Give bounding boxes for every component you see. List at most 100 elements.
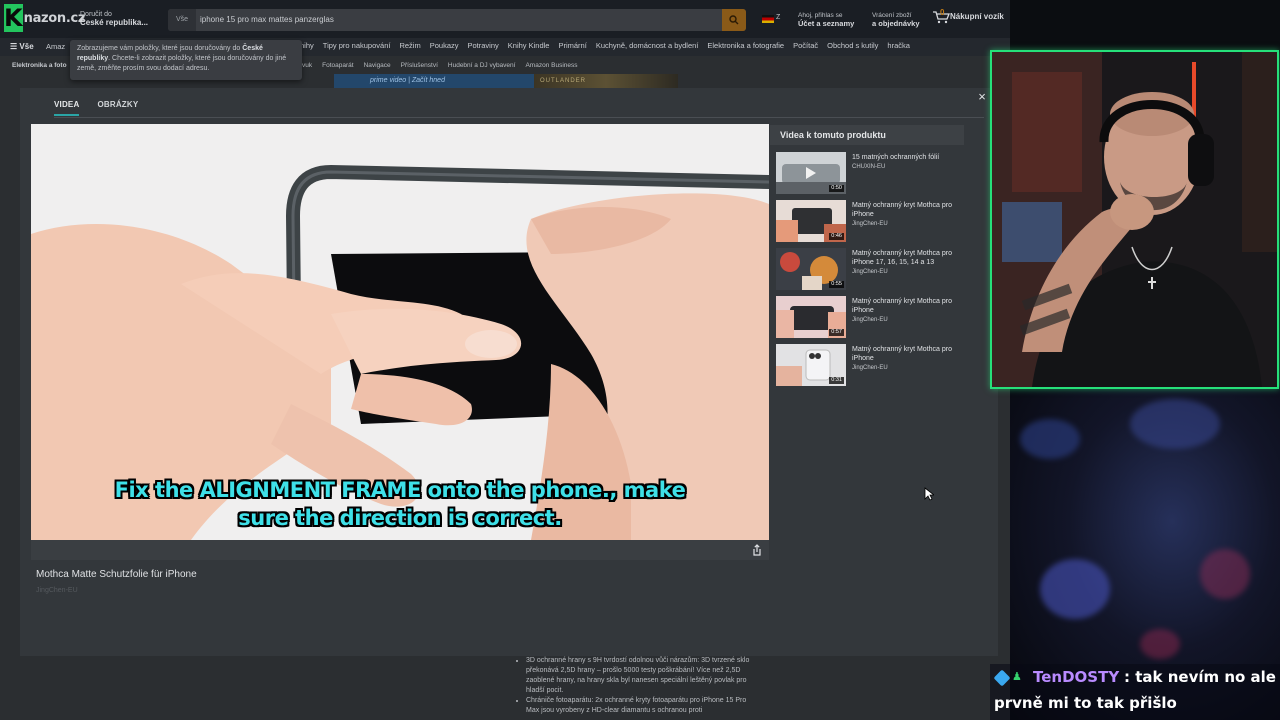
video-player[interactable]: Fix the ALIGNMENT FRAME onto the phone.,… [31, 124, 769, 540]
prime-video-banner[interactable]: prime video | Začít hned [334, 74, 534, 88]
badge-icon [993, 669, 1011, 687]
video-control-bar [31, 540, 769, 560]
tab-videos[interactable]: VIDEA [54, 100, 80, 116]
related-video-item[interactable]: 0:31 Matný ochranný kryt Mothca pro iPho… [776, 344, 966, 386]
language-select[interactable]: Z [776, 14, 780, 21]
video-modal: × VIDEA OBRÁZKY Fix the ALIGNMENT FRAME … [20, 88, 998, 656]
tabs-divider [54, 117, 984, 118]
subnav-item[interactable]: Navigace [364, 62, 391, 69]
deliver-label: Doručit do [80, 11, 112, 18]
webcam-image [992, 52, 1277, 387]
amazon-logo[interactable]: K nazon.cz [4, 4, 86, 32]
description-bullet: 3D ochranné hrany s 9H tvrdostí odolnou … [526, 656, 750, 696]
screen: K nazon.cz Doručit do České republika...… [0, 0, 1280, 720]
subtitle-line-2: sure the direction is correct. [238, 506, 562, 530]
related-videos: Videa k tomuto produktu 0:50 15 matných … [770, 125, 964, 386]
kick-logo-icon: K [4, 4, 23, 32]
nav-item[interactable]: Obchod s kutily [827, 41, 878, 50]
tab-images[interactable]: OBRÁZKY [97, 100, 138, 116]
related-title-text: Matný ochranný kryt Mothca pro iPhone [852, 298, 952, 314]
flag-icon[interactable] [762, 15, 774, 23]
chat-username[interactable]: TenDOSTY [1033, 668, 1119, 686]
nav-item[interactable]: Potraviny [468, 41, 499, 50]
video-subtitle: Fix the ALIGNMENT FRAME onto the phone.,… [31, 476, 769, 532]
search-button[interactable] [722, 9, 746, 31]
related-video-title: Matný ochranný kryt Mothca pro iPhone 17… [852, 249, 964, 277]
nav-item[interactable]: Režim [399, 41, 420, 50]
subnav-list: vuk Fotoaparát Navigace Příslušenství Hudebn… [302, 62, 578, 69]
subnav-item[interactable]: Fotoaparát [322, 62, 353, 69]
nav-item[interactable]: Kuchyně, domácnost a bydlení [596, 41, 699, 50]
related-video-item[interactable]: 0:46 Matný ochranný kryt Mothca pro iPho… [776, 200, 966, 242]
description-bullet: Chrániče fotoaparátu: 2x ochranné kryty … [526, 696, 750, 716]
amazon-wordmark: nazon.cz [23, 10, 86, 26]
related-title-text: Matný ochranný kryt Mothca pro iPhone 17… [852, 250, 952, 266]
close-icon[interactable]: × [975, 90, 989, 104]
tooltip-text-1: Zobrazujeme vám položky, které jsou doru… [77, 45, 241, 52]
share-icon[interactable] [751, 544, 763, 556]
bokeh-light [1020, 419, 1080, 459]
user-badge-icon: ♟ [1012, 671, 1022, 683]
video-duration: 0:50 [829, 185, 844, 192]
related-video-item[interactable]: 0:57 Matný ochranný kryt Mothca pro iPho… [776, 296, 966, 338]
all-menu-button[interactable]: ☰ Vše [10, 42, 34, 51]
delivery-tooltip: Zobrazujeme vám položky, které jsou doru… [70, 40, 302, 80]
subnav-item[interactable]: Hudební a DJ vybavení [448, 62, 516, 69]
account-greeting: Ahoj, přihlas se [798, 12, 843, 19]
product-description: 3D ochranné hrany s 9H tvrdostí odolnou … [518, 656, 750, 716]
related-video-title: Matný ochranný kryt Mothca pro iPhone Jin… [852, 345, 964, 373]
nav-item[interactable]: Elektronika a fotografie [707, 41, 784, 50]
nav-item[interactable]: Primární [558, 41, 586, 50]
subnav-item[interactable]: vuk [302, 62, 312, 69]
nav-item[interactable]: Počítač [793, 41, 818, 50]
nav-item[interactable]: Poukazy [430, 41, 459, 50]
related-video-title: 15 matných ochranných fólií CHUXIN-EU [852, 153, 964, 172]
search-bar: Vše iphone 15 pro max mattes panzerglas [168, 9, 746, 31]
related-channel: JingChen-EU [852, 269, 888, 275]
subnav-item[interactable]: Příslušenství [401, 62, 438, 69]
hamburger-icon: ☰ [10, 42, 20, 51]
orders-label: a objednávky [872, 19, 920, 28]
nav-item[interactable]: hračka [887, 41, 910, 50]
nav-item[interactable]: Tipy pro nakupování [323, 41, 391, 50]
chat-message-line-2: prvně mi to tak přišlo [994, 694, 1177, 712]
cart-button[interactable]: 0 Nákupní vozík [932, 8, 1004, 24]
webcam-feed [990, 50, 1279, 389]
search-category-select[interactable]: Vše [168, 9, 196, 31]
related-video-item[interactable]: 0:55 Matný ochranný kryt Mothca pro iPho… [776, 248, 966, 290]
subtitle-line-1: Fix the ALIGNMENT FRAME onto the phone.,… [114, 478, 686, 502]
subnav-item-electronics[interactable]: Elektronika a foto [12, 62, 67, 69]
nav-item[interactable]: Knihy Kindle [508, 41, 550, 50]
tooltip-text-2: . Chcete-li zobrazit položky, které jsou… [77, 55, 287, 72]
related-title-text: 15 matných ochranných fólií [852, 154, 940, 161]
bokeh-light [1140, 629, 1180, 659]
stream-background-top [1010, 0, 1280, 50]
video-thumbnail: 0:57 [776, 296, 846, 338]
chat-message-line-1: : tak nevím no ale [1124, 668, 1276, 686]
video-thumbnail: 0:55 [776, 248, 846, 290]
orders-link[interactable]: Vrácení zboží a objednávky [872, 12, 920, 28]
related-channel: JingChen-EU [852, 221, 888, 227]
deliver-to[interactable]: Doručit do České republika... [80, 11, 164, 27]
account-menu[interactable]: Ahoj, přihlas se Účet a seznamy [798, 12, 854, 28]
related-video-title: Matný ochranný kryt Mothca pro iPhone Jin… [852, 297, 964, 325]
nav-item[interactable]: nihy [300, 41, 314, 50]
search-input[interactable]: iphone 15 pro max mattes panzerglas [200, 9, 334, 31]
related-channel: CHUXIN-EU [852, 164, 886, 170]
outlander-banner[interactable]: OUTLANDER [534, 74, 678, 88]
related-title-text: Matný ochranný kryt Mothca pro iPhone [852, 346, 952, 362]
related-video-title: Matný ochranný kryt Mothca pro iPhone Jin… [852, 201, 964, 229]
video-channel: JingChen-EU [36, 587, 78, 594]
video-thumbnail: 0:31 [776, 344, 846, 386]
nav-list: nihy Tipy pro nakupování Režim Poukazy Potra… [300, 41, 910, 50]
subnav-item[interactable]: Amazon Business [525, 62, 577, 69]
bokeh-light [1040, 559, 1110, 619]
video-thumbnail: 0:46 [776, 200, 846, 242]
related-video-item[interactable]: 0:50 15 matných ochranných fólií CHUXIN-E… [776, 152, 966, 194]
nav-item-amazon[interactable]: Amaz [46, 42, 65, 51]
video-duration: 0:46 [829, 233, 844, 240]
all-menu-label: Vše [19, 42, 34, 51]
amazon-header: K nazon.cz Doručit do České republika...… [0, 0, 1010, 38]
chat-message: ♟ TenDOSTY : tak nevím no ale prvně mi t… [990, 664, 1280, 720]
search-icon [729, 15, 739, 25]
